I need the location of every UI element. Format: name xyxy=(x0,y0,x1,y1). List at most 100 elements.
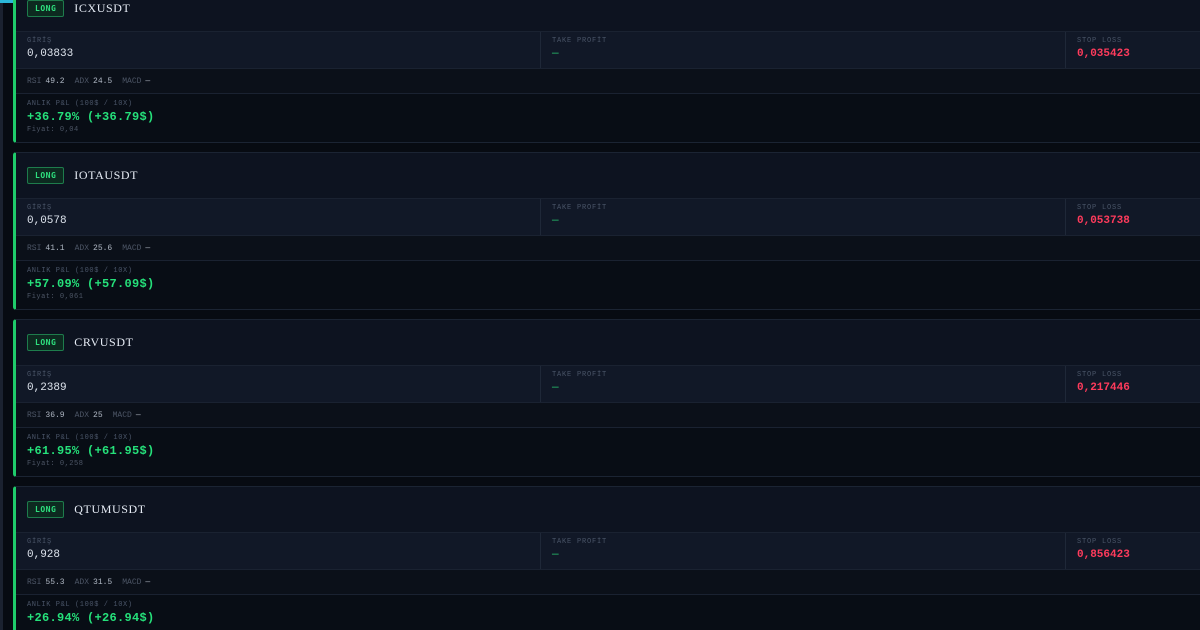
entry-cell: GİRİŞ 0,2389 xyxy=(16,366,541,402)
indicator-row: RSI 41.1 ADX 25.6 MACD — xyxy=(16,236,1200,261)
entry-label: GİRİŞ xyxy=(27,204,53,212)
stop-loss-label: STOP LOSS xyxy=(1077,538,1123,546)
macd-value: — xyxy=(135,410,141,420)
pnl-value: +61.95% (+61.95$) xyxy=(27,444,155,458)
macd-label: MACD xyxy=(122,577,142,587)
symbol-label: CRVUSDT xyxy=(74,335,134,349)
macd-value: — xyxy=(145,243,151,253)
stop-loss-cell: STOP LOSS 0,217446 xyxy=(1066,366,1200,402)
take-profit-cell: TAKE PROFİT — xyxy=(541,32,1066,68)
side-badge: LONG xyxy=(27,167,65,184)
stop-loss-cell: STOP LOSS 0,035423 xyxy=(1066,32,1200,68)
take-profit-value: — xyxy=(552,549,559,561)
rsi-value: 49.2 xyxy=(45,76,65,86)
entry-label: GİRİŞ xyxy=(27,538,53,546)
symbol-label: IOTAUSDT xyxy=(74,168,139,182)
pnl-value: +26.94% (+26.94$) xyxy=(27,611,155,625)
rsi-label: RSI xyxy=(27,76,42,86)
take-profit-label: TAKE PROFİT xyxy=(552,371,608,379)
side-badge: LONG xyxy=(27,501,65,518)
take-profit-label: TAKE PROFİT xyxy=(552,37,608,45)
position-card[interactable]: LONG QTUMUSDT GİRİŞ 0,928 TAKE PROFİT — … xyxy=(13,486,1200,630)
price-levels: GİRİŞ 0,928 TAKE PROFİT — STOP LOSS 0,85… xyxy=(16,533,1200,570)
symbol-label: QTUMUSDT xyxy=(74,502,146,516)
take-profit-cell: TAKE PROFİT — xyxy=(541,533,1066,569)
entry-cell: GİRİŞ 0,0578 xyxy=(16,199,541,235)
adx-label: ADX xyxy=(74,410,90,420)
rsi-value: 41.1 xyxy=(45,243,65,253)
stop-loss-value: 0,856423 xyxy=(1077,549,1130,561)
stop-loss-value: 0,217446 xyxy=(1077,382,1130,394)
symbol-label: ICXUSDT xyxy=(74,1,131,15)
entry-label: GİRİŞ xyxy=(27,371,53,379)
take-profit-label: TAKE PROFİT xyxy=(552,204,608,212)
pnl-label: ANLIK P&L (100$ / 10X) xyxy=(27,100,133,108)
take-profit-value: — xyxy=(552,382,559,394)
entry-value: 0,928 xyxy=(27,549,61,561)
pnl-section: ANLIK P&L (100$ / 10X) +36.79% (+36.79$)… xyxy=(16,94,1200,142)
entry-cell: GİRİŞ 0,03833 xyxy=(16,32,541,68)
stop-loss-value: 0,035423 xyxy=(1077,48,1130,60)
pnl-section: ANLIK P&L (100$ / 10X) +61.95% (+61.95$)… xyxy=(16,428,1200,476)
take-profit-label: TAKE PROFİT xyxy=(552,538,608,546)
take-profit-value: — xyxy=(552,48,559,60)
rsi-label: RSI xyxy=(27,410,42,420)
position-card[interactable]: LONG ICXUSDT GİRİŞ 0,03833 TAKE PROFİT —… xyxy=(13,0,1200,143)
take-profit-cell: TAKE PROFİT — xyxy=(541,199,1066,235)
entry-value: 0,2389 xyxy=(27,382,67,394)
stop-loss-value: 0,053738 xyxy=(1077,215,1130,227)
price-levels: GİRİŞ 0,03833 TAKE PROFİT — STOP LOSS 0,… xyxy=(16,32,1200,69)
adx-label: ADX xyxy=(74,243,90,253)
position-card[interactable]: LONG IOTAUSDT GİRİŞ 0,0578 TAKE PROFİT —… xyxy=(13,152,1200,310)
indicator-row: RSI 49.2 ADX 24.5 MACD — xyxy=(16,69,1200,94)
current-price: Fiyat: 0,258 xyxy=(27,460,84,468)
current-price: Fiyat: 0,061 xyxy=(27,293,84,301)
pnl-section: ANLIK P&L (100$ / 10X) +26.94% (+26.94$) xyxy=(16,595,1200,630)
stop-loss-label: STOP LOSS xyxy=(1077,371,1123,379)
macd-value: — xyxy=(145,76,151,86)
pnl-value: +36.79% (+36.79$) xyxy=(27,110,155,124)
entry-label: GİRİŞ xyxy=(27,37,53,45)
card-header: LONG IOTAUSDT xyxy=(16,153,1200,199)
indicator-row: RSI 36.9 ADX 25 MACD — xyxy=(16,403,1200,428)
entry-value: 0,0578 xyxy=(27,215,67,227)
pnl-label: ANLIK P&L (100$ / 10X) xyxy=(27,434,133,442)
adx-label: ADX xyxy=(74,76,90,86)
card-header: LONG ICXUSDT xyxy=(16,0,1200,32)
adx-value: 24.5 xyxy=(93,76,113,86)
rsi-value: 55.3 xyxy=(45,577,65,587)
indicator-row: RSI 55.3 ADX 31.5 MACD — xyxy=(16,570,1200,595)
adx-value: 25.6 xyxy=(93,243,113,253)
positions-scroll-area[interactable]: LONG ICXUSDT GİRİŞ 0,03833 TAKE PROFİT —… xyxy=(0,0,1200,630)
pnl-section: ANLIK P&L (100$ / 10X) +57.09% (+57.09$)… xyxy=(16,261,1200,309)
pnl-label: ANLIK P&L (100$ / 10X) xyxy=(27,267,133,275)
adx-label: ADX xyxy=(74,577,90,587)
entry-cell: GİRİŞ 0,928 xyxy=(16,533,541,569)
macd-value: — xyxy=(145,577,151,587)
rsi-label: RSI xyxy=(27,577,42,587)
pnl-label: ANLIK P&L (100$ / 10X) xyxy=(27,601,133,609)
pnl-value: +57.09% (+57.09$) xyxy=(27,277,155,291)
side-badge: LONG xyxy=(27,334,65,351)
stop-loss-label: STOP LOSS xyxy=(1077,37,1123,45)
stop-loss-label: STOP LOSS xyxy=(1077,204,1123,212)
position-card-list: LONG ICXUSDT GİRİŞ 0,03833 TAKE PROFİT —… xyxy=(13,0,1200,630)
card-header: LONG CRVUSDT xyxy=(16,320,1200,366)
position-card[interactable]: LONG CRVUSDT GİRİŞ 0,2389 TAKE PROFİT — … xyxy=(13,319,1200,477)
adx-value: 25 xyxy=(93,410,103,420)
rsi-value: 36.9 xyxy=(45,410,65,420)
card-header: LONG QTUMUSDT xyxy=(16,487,1200,533)
price-levels: GİRİŞ 0,2389 TAKE PROFİT — STOP LOSS 0,2… xyxy=(16,366,1200,403)
stop-loss-cell: STOP LOSS 0,856423 xyxy=(1066,533,1200,569)
macd-label: MACD xyxy=(122,76,142,86)
entry-value: 0,03833 xyxy=(27,48,74,60)
adx-value: 31.5 xyxy=(93,577,113,587)
stop-loss-cell: STOP LOSS 0,053738 xyxy=(1066,199,1200,235)
take-profit-cell: TAKE PROFİT — xyxy=(541,366,1066,402)
left-rail xyxy=(0,0,3,630)
current-price: Fiyat: 0,04 xyxy=(27,126,79,134)
macd-label: MACD xyxy=(112,410,132,420)
macd-label: MACD xyxy=(122,243,142,253)
price-levels: GİRİŞ 0,0578 TAKE PROFİT — STOP LOSS 0,0… xyxy=(16,199,1200,236)
take-profit-value: — xyxy=(552,215,559,227)
